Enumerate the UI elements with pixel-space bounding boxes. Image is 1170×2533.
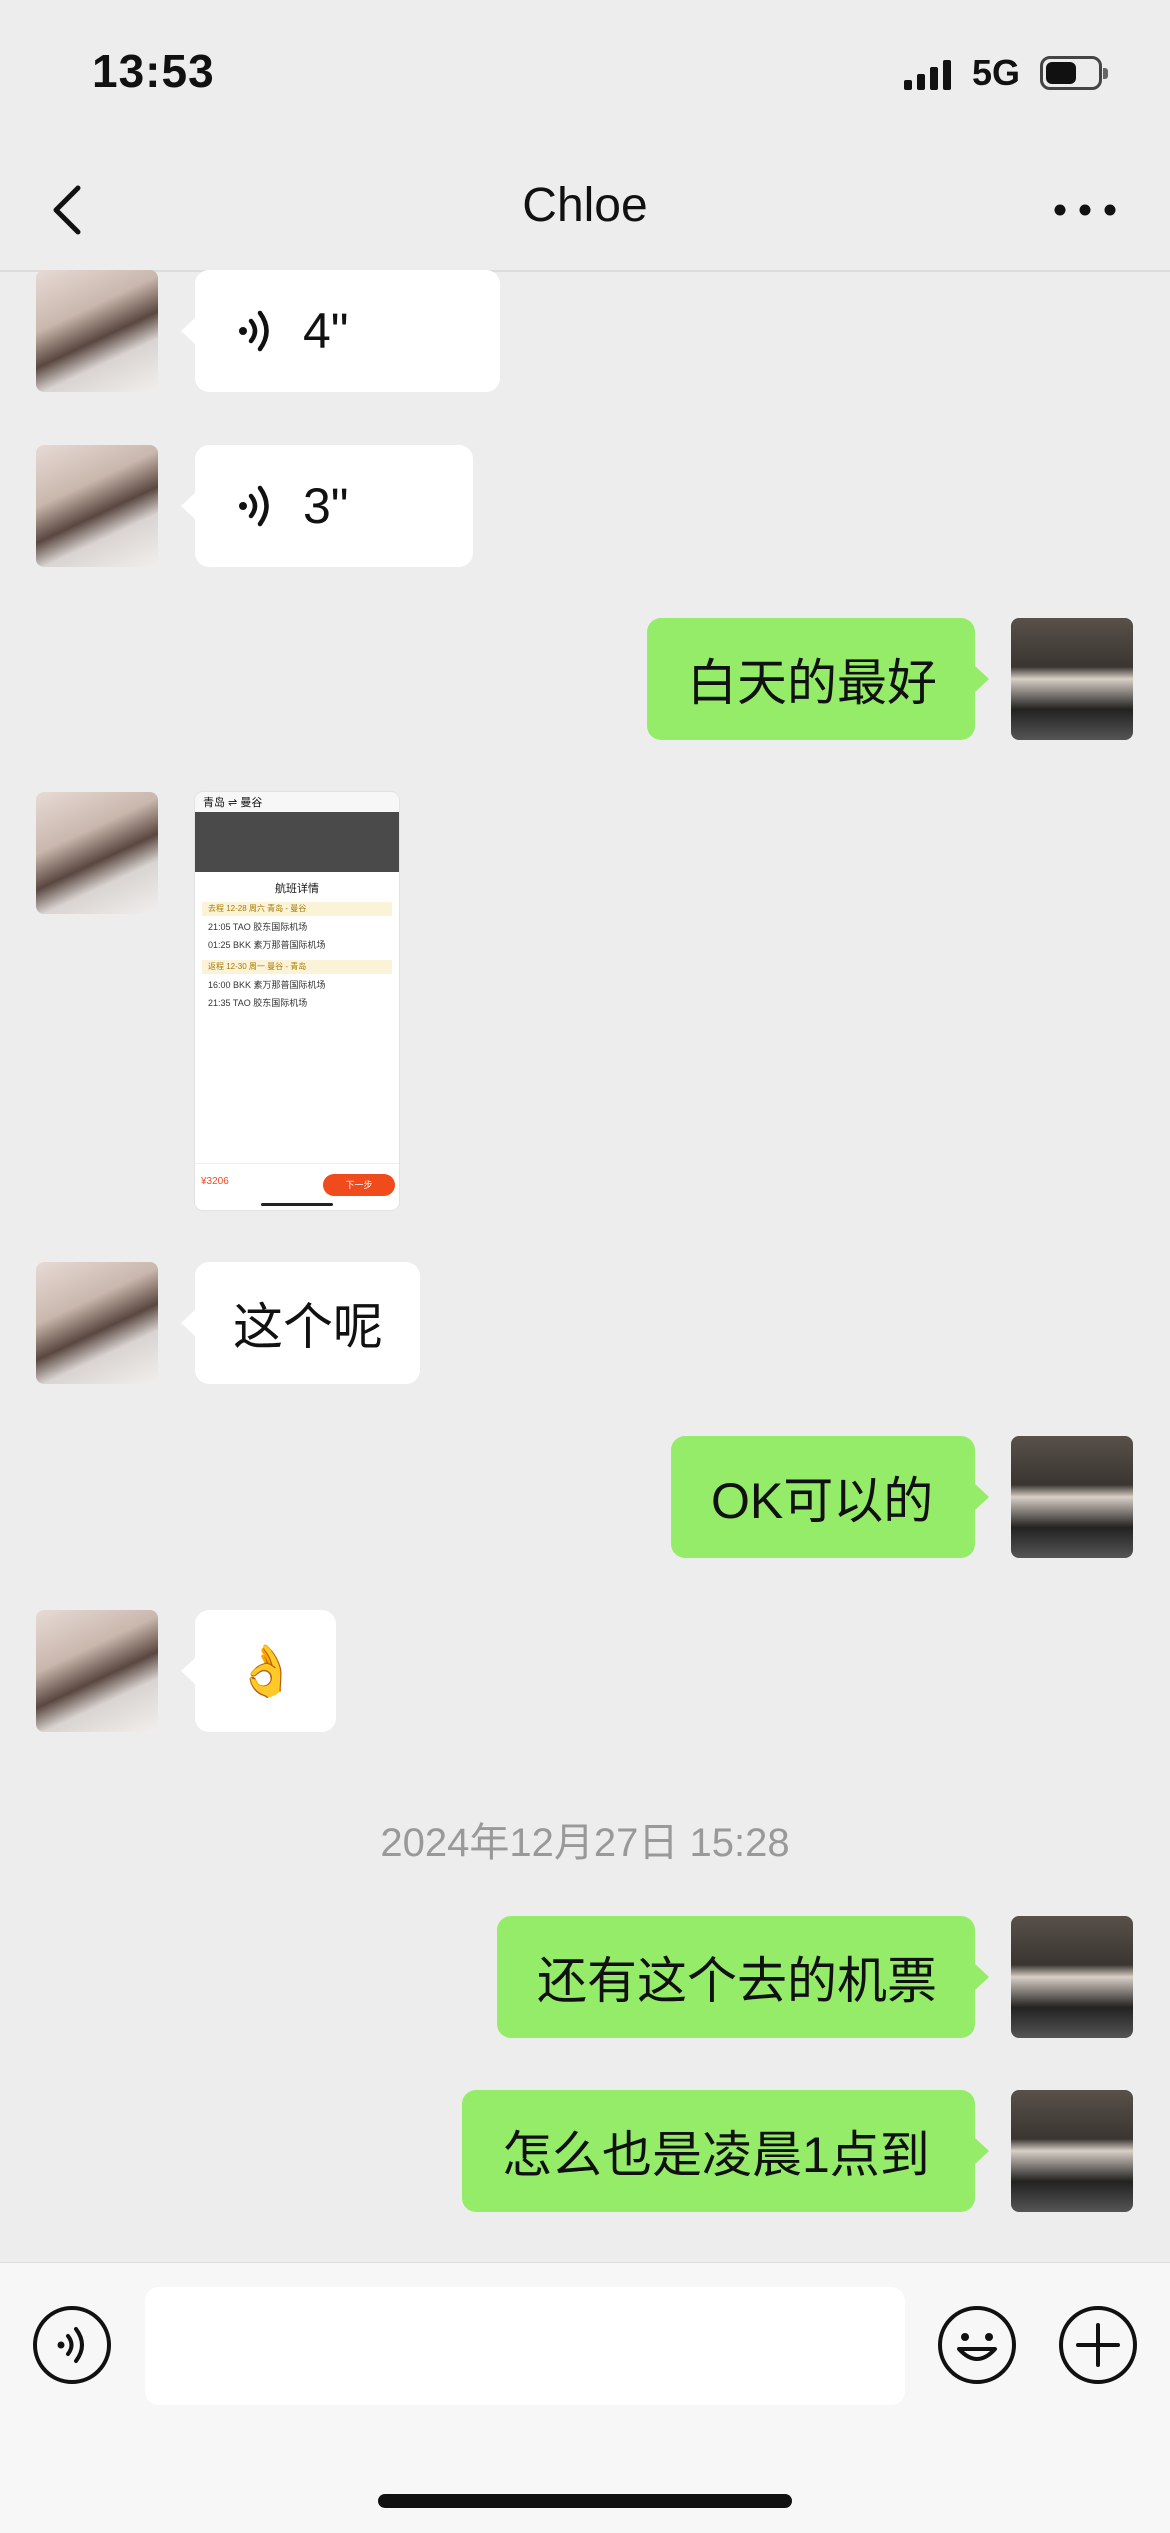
status-time: 13:53	[92, 45, 215, 97]
plus-icon[interactable]	[1058, 2305, 1138, 2385]
more-horizontal-icon[interactable]	[1050, 190, 1120, 230]
image-home-indicator	[261, 1203, 333, 1206]
chat-header: Chloe	[0, 150, 1170, 270]
segment-label: 去程 12-28 周六 青岛 - 曼谷	[202, 902, 392, 916]
network-type: 5G	[972, 52, 1021, 93]
my-avatar[interactable]	[1011, 1916, 1133, 2038]
voice-duration: 3"	[303, 478, 349, 534]
sheet-title: 航班详情	[275, 883, 319, 895]
contact-avatar[interactable]	[36, 1610, 158, 1732]
flight-row: 16:00 BKK 素万那普国际机场	[208, 980, 326, 990]
chat-title: Chloe	[522, 179, 648, 232]
contact-avatar[interactable]	[36, 1262, 158, 1384]
home-indicator	[378, 2494, 792, 2508]
image-overlay	[195, 812, 399, 872]
my-avatar[interactable]	[1011, 1436, 1133, 1558]
voice-wave-icon	[239, 485, 269, 527]
cellular-signal-icon	[904, 60, 951, 90]
text-message[interactable]: 白天的最好	[647, 618, 989, 740]
battery-icon	[1040, 56, 1108, 90]
voice-wave-icon	[239, 310, 269, 352]
my-avatar[interactable]	[1011, 2090, 1133, 2212]
next-step-button: 下一步	[323, 1174, 395, 1196]
text-message[interactable]: 还有这个去的机票	[497, 1916, 989, 2038]
contact-avatar[interactable]	[36, 270, 158, 392]
price-label: ¥3206	[201, 1176, 229, 1187]
status-bar: 13:53 5G	[0, 0, 1170, 150]
image-footer: ¥3206 下一步	[195, 1163, 399, 1210]
message-text: OK可以的	[711, 1473, 934, 1529]
flight-detail-sheet: 航班详情 去程 12-28 周六 青岛 - 曼谷 21:05 TAO 胶东国际机…	[198, 872, 396, 1164]
image-route: 青岛 ⇌ 曼谷	[195, 792, 399, 812]
text-message[interactable]: OK可以的	[671, 1436, 989, 1558]
flight-row: 21:05 TAO 胶东国际机场	[208, 922, 308, 932]
image-message[interactable]: 青岛 ⇌ 曼谷 航班详情 去程 12-28 周六 青岛 - 曼谷 21:05 T…	[195, 792, 399, 1210]
voice-mode-icon[interactable]	[32, 2305, 112, 2385]
message-text: 👌	[235, 1642, 298, 1699]
message-input[interactable]	[145, 2287, 905, 2405]
text-message[interactable]: 这个呢	[181, 1262, 420, 1384]
message-text: 还有这个去的机票	[537, 1953, 937, 2009]
message-text: 怎么也是凌晨1点到	[502, 2127, 930, 2183]
voice-duration: 4"	[303, 303, 349, 359]
text-message[interactable]: 怎么也是凌晨1点到	[462, 2090, 989, 2212]
contact-avatar[interactable]	[36, 792, 158, 914]
flight-row: 01:25 BKK 素万那普国际机场	[208, 940, 326, 950]
message-timestamp: 2024年12月27日 15:28	[380, 1821, 790, 1865]
voice-message[interactable]: 3"	[181, 445, 473, 567]
my-avatar[interactable]	[1011, 618, 1133, 740]
emoji-icon[interactable]	[937, 2305, 1017, 2385]
header-divider	[0, 270, 1170, 272]
segment-label: 返程 12-30 周一 曼谷 - 青岛	[202, 960, 392, 974]
flight-row: 21:35 TAO 胶东国际机场	[208, 998, 308, 1008]
message-text: 这个呢	[233, 1299, 383, 1355]
contact-avatar[interactable]	[36, 445, 158, 567]
message-text: 白天的最好	[687, 655, 937, 711]
input-bar	[0, 2262, 1170, 2533]
voice-message[interactable]: 4"	[181, 270, 500, 392]
text-message[interactable]: 👌	[181, 1610, 336, 1732]
